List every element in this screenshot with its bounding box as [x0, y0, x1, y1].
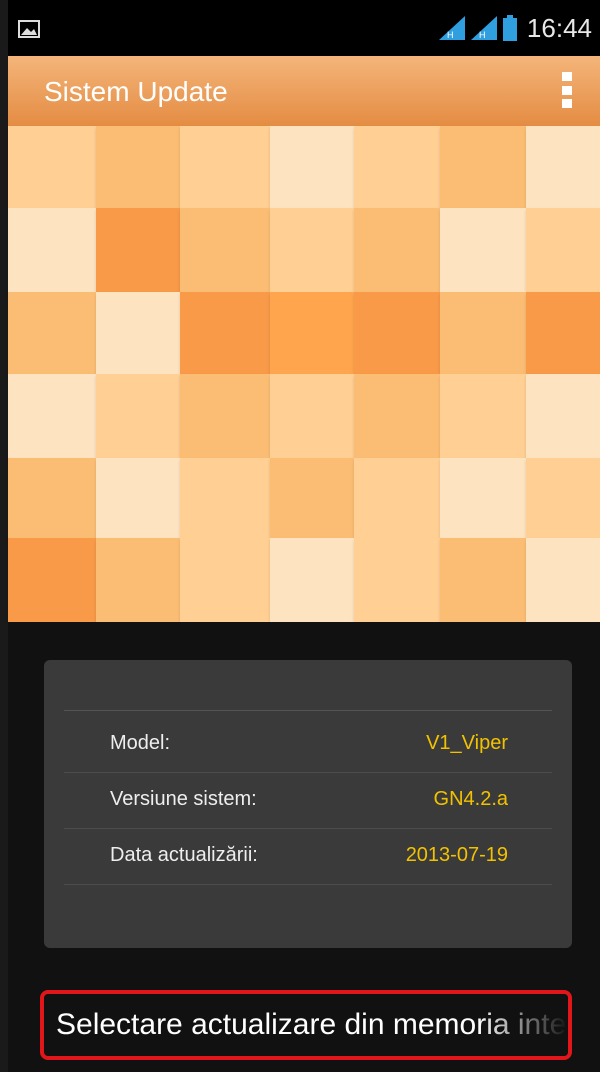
mosaic-tile [440, 458, 526, 538]
mosaic-tile [354, 292, 440, 374]
battery-icon [502, 15, 517, 41]
mosaic-tile [180, 374, 270, 458]
mosaic-tile [270, 292, 354, 374]
mosaic-tile [440, 538, 526, 622]
signal-icon: H [470, 16, 497, 40]
mosaic-tile [8, 208, 96, 292]
mosaic-tile [180, 126, 270, 208]
info-row-version: Versiune sistem: GN4.2.a [64, 774, 552, 829]
mosaic-tile [8, 292, 96, 374]
info-label: Model: [110, 732, 171, 754]
clock: 16:44 [526, 12, 592, 43]
mosaic-tile [440, 126, 526, 208]
select-update-button[interactable]: Selectare actualizare din memoria intern… [40, 990, 572, 1060]
mosaic-tile [96, 374, 180, 458]
info-value: GN4.2.a [433, 788, 508, 810]
mosaic-tile [96, 292, 180, 374]
mosaic-tile [526, 458, 600, 538]
mosaic-tile [180, 458, 270, 538]
info-card: Model: V1_Viper Versiune sistem: GN4.2.a… [44, 660, 572, 948]
mosaic-tile [354, 538, 440, 622]
mosaic-tile [8, 374, 96, 458]
mosaic-tile [8, 458, 96, 538]
mosaic-tile [8, 538, 96, 622]
mosaic-tile [270, 374, 354, 458]
info-value: V1_Viper [426, 732, 508, 754]
image-notification-icon [18, 20, 40, 38]
signal-icon: H [438, 16, 465, 40]
header-mosaic-image [8, 126, 600, 622]
mosaic-tile [526, 374, 600, 458]
text-fade [478, 994, 568, 1056]
mosaic-tile [526, 126, 600, 208]
mosaic-tile [440, 374, 526, 458]
info-value: 2013-07-19 [405, 844, 508, 866]
mosaic-tile [354, 458, 440, 538]
mosaic-tile [96, 458, 180, 538]
mosaic-tile [526, 538, 600, 622]
svg-text:H: H [479, 30, 486, 40]
mosaic-tile [354, 374, 440, 458]
mosaic-tile [270, 458, 354, 538]
mosaic-tile [440, 208, 526, 292]
mosaic-tile [354, 208, 440, 292]
info-row-update-date: Data actualizării: 2013-07-19 [64, 830, 552, 885]
mosaic-tile [270, 126, 354, 208]
mosaic-tile [96, 208, 180, 292]
status-icons: H H 16:44 [438, 8, 592, 48]
mosaic-tile [270, 538, 354, 622]
divider [64, 710, 552, 711]
svg-text:H: H [447, 30, 454, 40]
mosaic-tile [96, 126, 180, 208]
mosaic-tile [354, 126, 440, 208]
mosaic-tile [440, 292, 526, 374]
mosaic-tile [96, 538, 180, 622]
mosaic-tile [180, 538, 270, 622]
mosaic-tile [526, 208, 600, 292]
overflow-menu-icon[interactable] [562, 72, 572, 108]
info-label: Versiune sistem: [110, 788, 257, 810]
app-bar: Sistem Update [8, 56, 600, 126]
mosaic-tile [270, 208, 354, 292]
mosaic-tile [8, 126, 96, 208]
mosaic-tile [180, 292, 270, 374]
status-bar: H H 16:44 [8, 0, 600, 56]
info-label: Data actualizării: [110, 844, 258, 866]
mosaic-tile [526, 292, 600, 374]
info-row-model: Model: V1_Viper [64, 718, 552, 773]
mosaic-tile [180, 208, 270, 292]
page-title: Sistem Update [44, 76, 228, 107]
